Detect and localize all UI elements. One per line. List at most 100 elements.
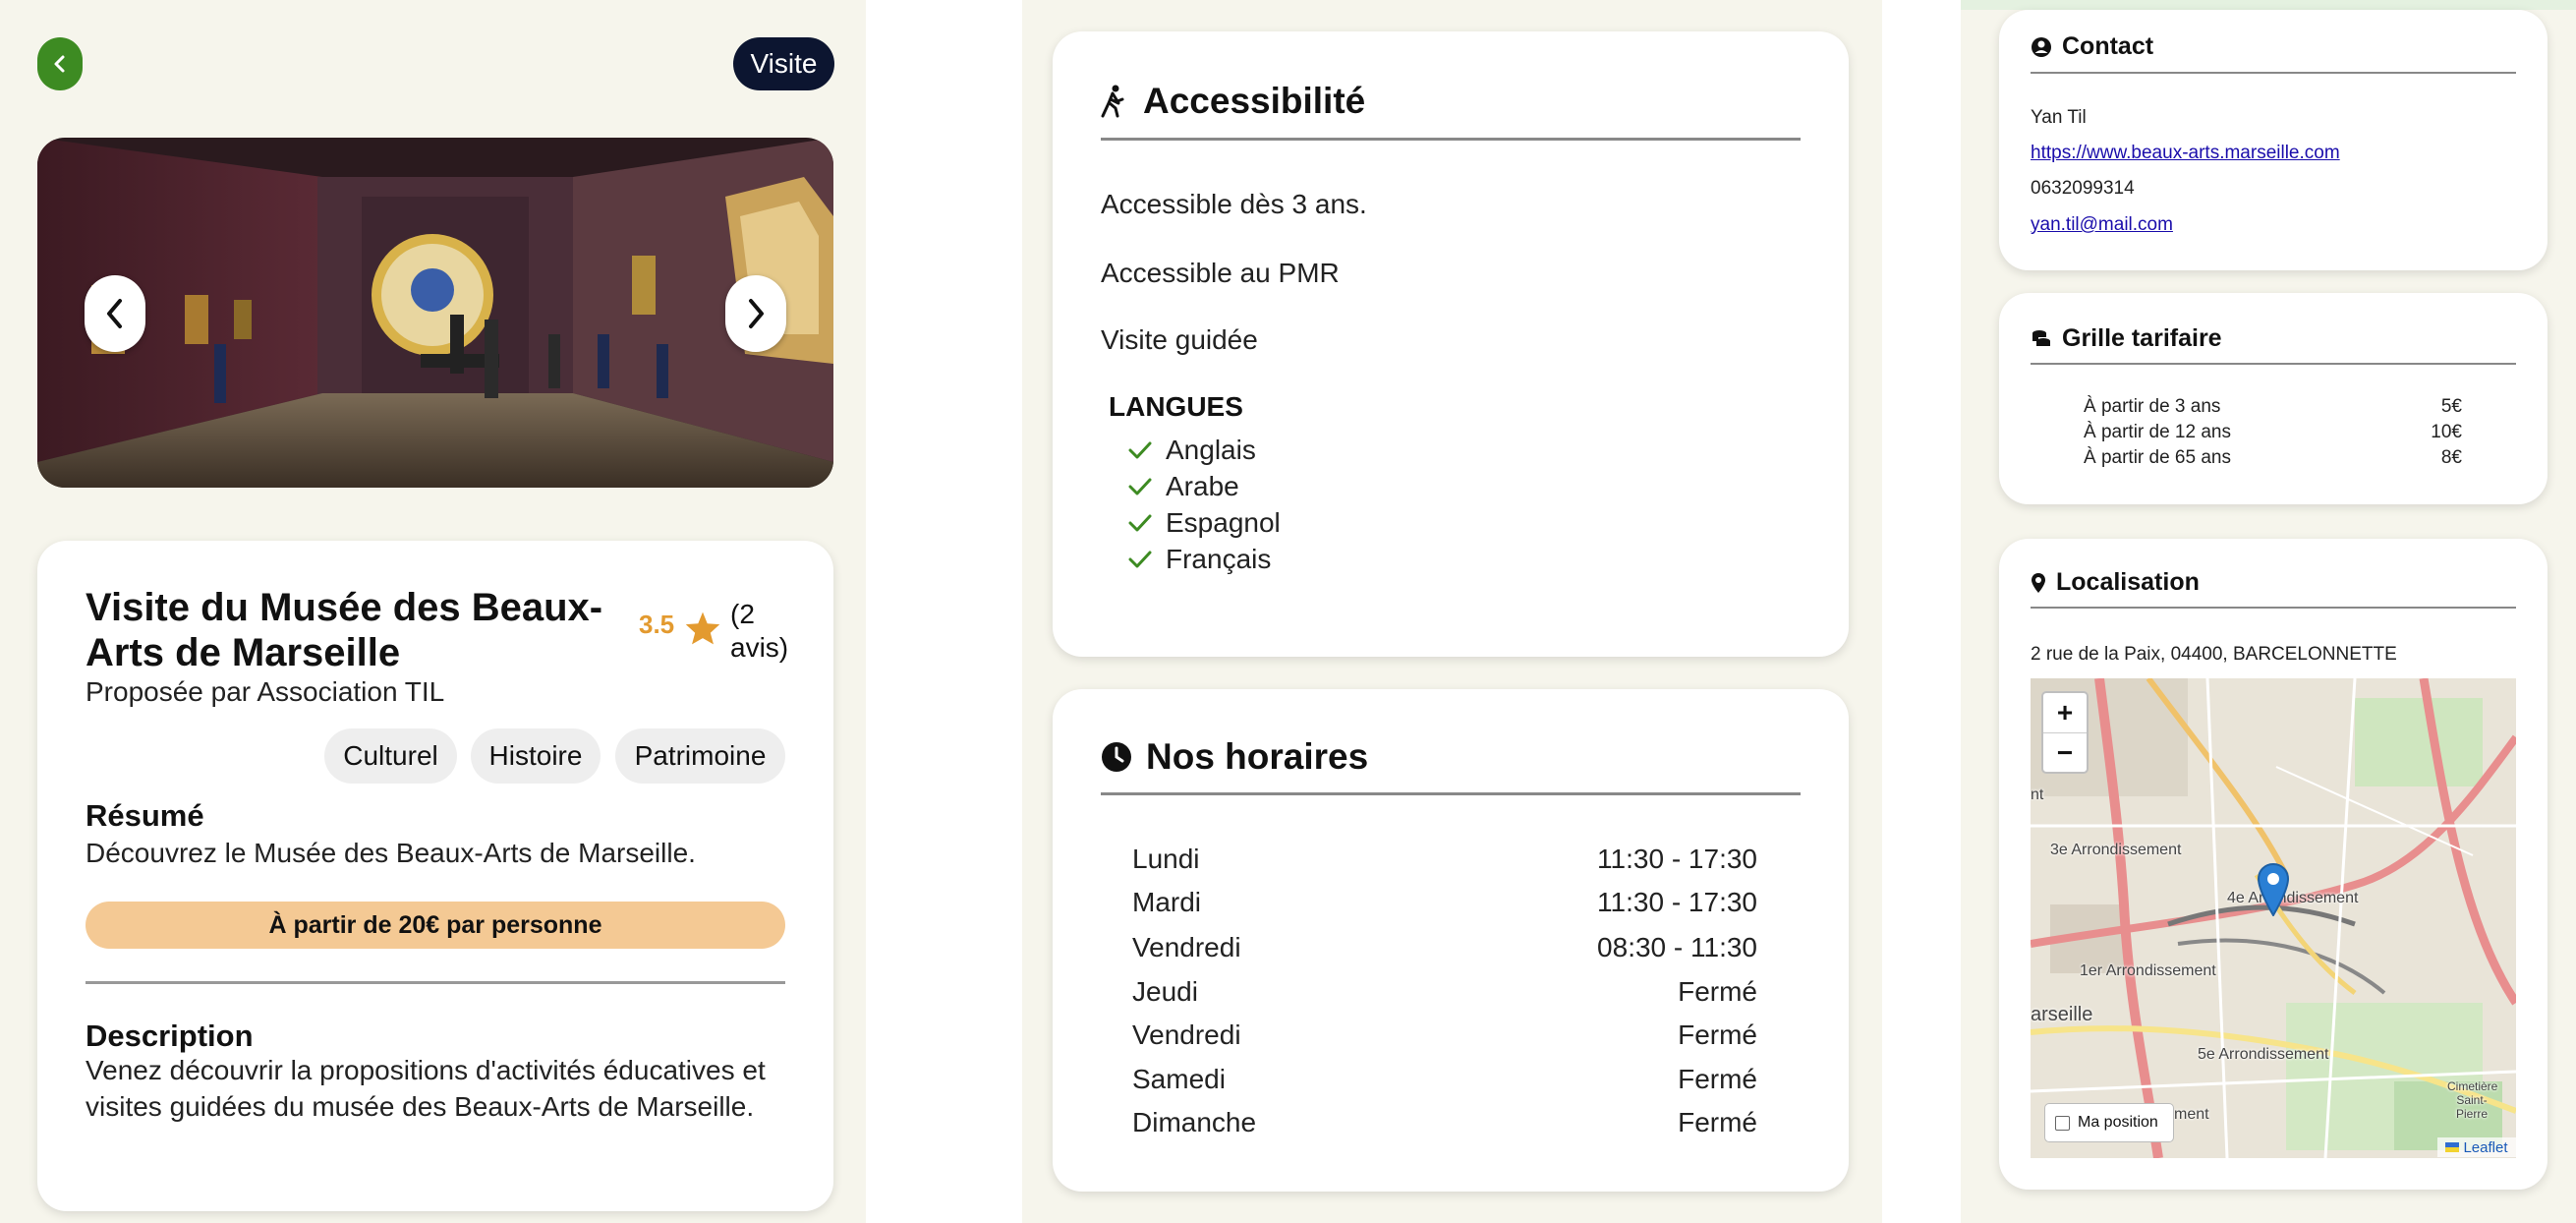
activity-provider: Proposée par Association TIL [86,676,445,707]
contact-name: Yan Til [2031,107,2087,128]
price-badge: À partir de 20€ par personne [86,902,785,949]
map-label: arseille [2031,1004,2093,1025]
hours-divider [1101,792,1801,795]
hours-day: Vendredi [1132,932,1241,962]
pricing-row: À partir de 3 ans 5€ [2084,396,2462,418]
reviews-count[interactable]: (2 avis) [730,598,809,665]
check-icon [1128,478,1152,495]
hours-time: Fermé [1678,1064,1757,1094]
my-position-checkbox[interactable] [2055,1115,2070,1131]
description-text: Venez découvrir la propositions d'activi… [86,1055,766,1122]
back-button[interactable] [37,37,83,90]
activity-type-badge: Visite [733,37,834,90]
hours-time: 11:30 - 17:30 [1597,887,1757,917]
clock-icon [1102,742,1131,772]
accessibility-age: Accessible dès 3 ans. [1101,189,1367,219]
accessibility-divider [1101,138,1801,141]
contact-divider [2031,72,2516,74]
activity-title: Visite du Musée des Beaux-Arts de Marsei… [86,586,603,674]
chevron-right-icon [749,299,764,328]
my-position-toggle[interactable]: Ma position [2044,1103,2174,1142]
check-icon [1128,441,1152,459]
map-label: 5e Arrondissement [2198,1046,2329,1063]
map-label: ment [2174,1106,2209,1123]
hours-time: Fermé [1678,1019,1757,1050]
map-view[interactable] [2031,678,2516,1158]
pricing-label: À partir de 12 ans [2084,422,2231,442]
hours-row: Vendredi Fermé [1132,1019,1757,1051]
hours-row: Samedi Fermé [1132,1064,1757,1095]
zoom-out-button[interactable]: − [2043,733,2087,773]
language-label: Arabe [1166,471,1239,501]
pricing-heading: Grille tarifaire [2062,324,2222,352]
language-label: Anglais [1166,435,1256,465]
accessibility-guided: Visite guidée [1101,324,1258,355]
language-item: Arabe [1128,471,1239,502]
map-attribution[interactable]: Leaflet [2437,1137,2516,1157]
hours-time: 11:30 - 17:30 [1597,844,1757,874]
contact-phone: 0632099314 [2031,178,2135,199]
tag-histoire: Histoire [471,728,601,784]
hours-day: Dimanche [1132,1107,1257,1137]
language-item: Anglais [1128,435,1256,466]
location-address: 2 rue de la Paix, 04400, BARCELONNETTE [2031,644,2397,665]
hours-time: Fermé [1678,1107,1757,1137]
pricing-divider [2031,363,2516,365]
summary-heading: Résumé [86,798,204,833]
pricing-value: 10€ [2431,422,2462,442]
chevron-left-icon [54,55,65,73]
language-label: Français [1166,544,1272,574]
user-circle-icon [2032,36,2051,57]
hours-row: Dimanche Fermé [1132,1107,1757,1138]
flag-icon [2445,1142,2460,1152]
contact-website-link[interactable]: https://www.beaux-arts.marseille.com [2031,143,2340,164]
summary-text: Découvrez le Musée des Beaux-Arts de Mar… [86,838,696,868]
image-carousel[interactable] [37,138,833,488]
accessibility-pmr: Accessible au PMR [1101,258,1340,288]
hours-day: Jeudi [1132,976,1198,1007]
map-label: 1er Arrondissement [2080,962,2216,979]
rating-value: 3.5 [639,610,675,639]
hours-time: 08:30 - 11:30 [1597,932,1757,962]
carousel-prev-button[interactable] [85,275,145,352]
map-pin-icon [2032,572,2045,593]
attribution-label: Leaflet [2463,1138,2508,1156]
hours-row: Jeudi Fermé [1132,976,1757,1008]
pricing-value: 5€ [2440,396,2462,417]
pricing-label: À partir de 3 ans [2084,396,2221,417]
location-title: Localisation [2031,568,2200,597]
zoom-in-button[interactable]: + [2043,693,2087,732]
language-item: Espagnol [1128,507,1281,539]
languages-heading: LANGUES [1109,391,1243,422]
tag-patrimoine: Patrimoine [615,728,785,784]
language-item: Français [1128,544,1271,575]
contact-title: Contact [2031,32,2153,61]
location-divider [2031,607,2516,609]
location-heading: Localisation [2056,568,2200,596]
hours-time: Fermé [1678,976,1757,1007]
map-marker-icon[interactable] [2257,863,2290,916]
check-icon [1128,514,1152,532]
hours-day: Mardi [1132,887,1202,917]
contact-email-link[interactable]: yan.til@mail.com [2031,214,2173,236]
hours-row: Lundi 11:30 - 17:30 [1132,844,1757,875]
check-icon [1128,551,1152,568]
language-label: Espagnol [1166,507,1281,538]
hours-day: Vendredi [1132,1019,1241,1050]
walking-icon [1101,85,1124,118]
museum-photo [37,138,833,488]
hours-row: Vendredi 08:30 - 11:30 [1132,932,1757,963]
map-label: 4e Arrondissement [2227,890,2359,906]
pricing-value: 8€ [2440,447,2462,468]
my-position-label: Ma position [2078,1114,2158,1131]
carousel-next-button[interactable] [725,275,786,352]
hours-heading: Nos horaires [1146,736,1369,777]
pricing-label: À partir de 65 ans [2084,447,2231,468]
hours-row: Mardi 11:30 - 17:30 [1132,887,1757,918]
map-tiles [2031,678,2516,1158]
pricing-title: Grille tarifaire [2031,324,2222,353]
hours-day: Lundi [1132,844,1200,874]
map-label: Cimetière Saint-Pierre [2447,1079,2498,1121]
pricing-row: À partir de 12 ans 10€ [2084,422,2462,443]
tag-culturel: Culturel [324,728,457,784]
